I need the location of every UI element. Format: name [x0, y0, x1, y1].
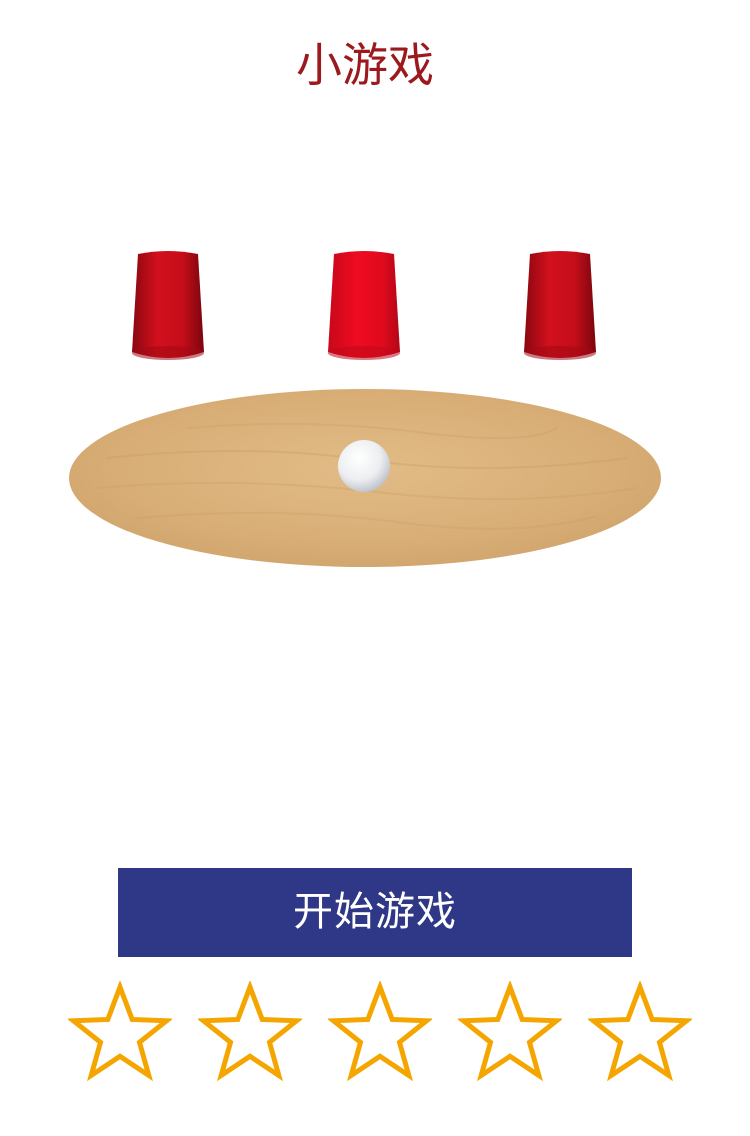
- cup-left[interactable]: [130, 250, 206, 362]
- start-game-button[interactable]: 开始游戏: [118, 868, 632, 957]
- cup-right[interactable]: [522, 250, 598, 362]
- ball: [337, 439, 391, 493]
- star-rating: [68, 981, 692, 1085]
- cup-icon: [328, 251, 400, 360]
- ball-icon: [338, 440, 390, 492]
- cup-middle[interactable]: [326, 250, 402, 362]
- star-icon[interactable]: [68, 981, 172, 1085]
- page-title: 小游戏: [296, 38, 434, 92]
- cup-icon: [132, 251, 204, 360]
- star-icon[interactable]: [198, 981, 302, 1085]
- cup-icon: [524, 251, 596, 360]
- star-icon[interactable]: [328, 981, 432, 1085]
- star-icon[interactable]: [458, 981, 562, 1085]
- star-icon[interactable]: [588, 981, 692, 1085]
